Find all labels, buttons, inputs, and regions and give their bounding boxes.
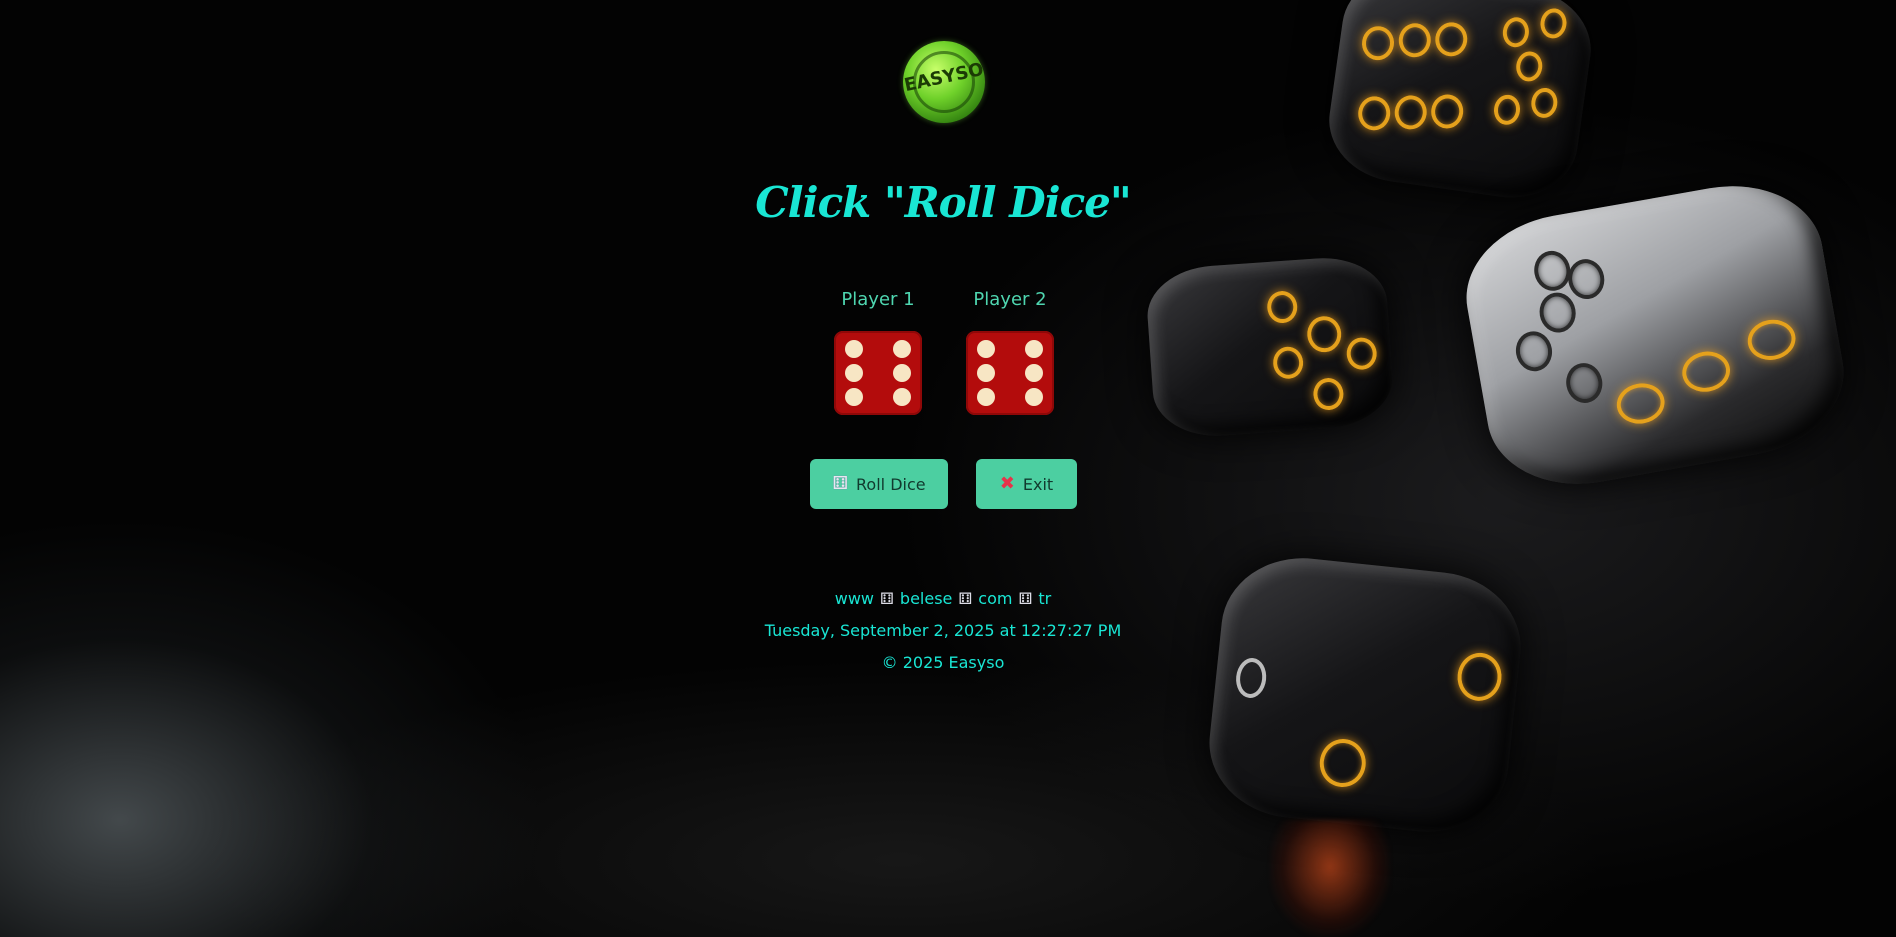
roll-dice-label: Roll Dice (856, 474, 926, 494)
site-part-belese: belese (899, 589, 953, 608)
page-title: Click "Roll Dice" (755, 178, 1132, 227)
dice-separator-icon: ⚅ (958, 589, 973, 608)
site-part-www: www (834, 589, 875, 608)
easyso-logo: EASYSO (902, 41, 986, 123)
dice-separator-icon: ⚅ (880, 589, 894, 608)
player-2-label: Player 2 (973, 289, 1047, 310)
game-screen: EASYSO Click "Roll Dice" Player 1 Player… (0, 0, 1896, 937)
dice-icon: ⚅ (832, 473, 849, 494)
background-die-top-icon (1321, 0, 1599, 207)
player-2-die (966, 331, 1054, 415)
dice-separator-icon: ⚅ (1018, 589, 1033, 608)
exit-label: Exit (1022, 474, 1054, 494)
cross-mark-icon: ✖ (999, 473, 1015, 494)
site-part-tr: tr (1038, 589, 1052, 608)
site-url: www ⚅ belese ⚅ com ⚅ tr (0, 589, 1886, 608)
background-die-left-icon (1144, 253, 1396, 441)
site-part-com: com (978, 589, 1013, 608)
player-1-label: Player 1 (841, 289, 915, 310)
background-glow (1270, 820, 1390, 937)
current-datetime: Tuesday, September 2, 2025 at 12:27:27 P… (764, 621, 1122, 640)
roll-dice-button[interactable]: ⚅ Roll Dice (810, 459, 948, 509)
player-1-die (834, 331, 922, 415)
exit-button[interactable]: ✖ Exit (976, 459, 1077, 509)
copyright: © 2025 Easyso (881, 653, 1005, 672)
